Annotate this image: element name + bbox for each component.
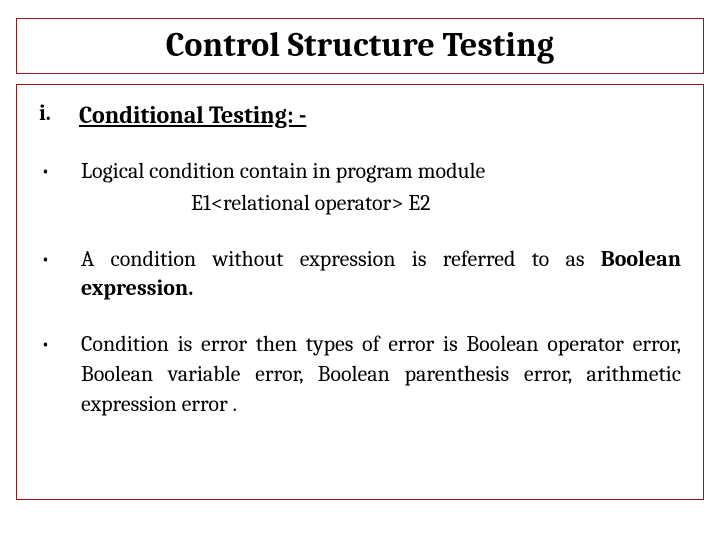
slide-title: Control Structure Testing <box>17 25 703 65</box>
heading-text: Conditional Testing: - <box>79 99 681 131</box>
heading-marker: i. <box>39 99 79 129</box>
bullet-marker: • <box>39 330 81 357</box>
body-box: i. Conditional Testing: - • Logical cond… <box>16 84 704 500</box>
bullet-text-prefix: A condition without expression is referr… <box>81 246 601 272</box>
slide: Control Structure Testing i. Conditional… <box>0 0 720 540</box>
bullet-row: • Condition is error then types of error… <box>39 330 681 419</box>
bullet-text: Condition is error then types of error i… <box>81 331 681 416</box>
heading-row: i. Conditional Testing: - <box>39 99 681 131</box>
bullet-row: • A condition without expression is refe… <box>39 245 681 304</box>
bullet-content: Logical condition contain in program mod… <box>81 157 681 218</box>
bullet-content: Condition is error then types of error i… <box>81 330 681 419</box>
bullet-text: Logical condition contain in program mod… <box>81 158 485 184</box>
bullet-marker: • <box>39 245 81 272</box>
bullet-formula: E1<relational operator> E2 <box>81 189 681 219</box>
bullet-marker: • <box>39 157 81 184</box>
title-box: Control Structure Testing <box>16 18 704 74</box>
bullet-content: A condition without expression is referr… <box>81 245 681 304</box>
bullet-row: • Logical condition contain in program m… <box>39 157 681 218</box>
